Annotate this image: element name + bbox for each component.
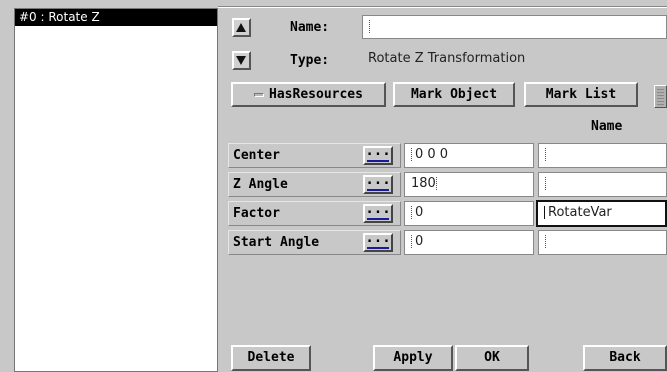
text-cursor-icon xyxy=(435,177,438,190)
text-cursor-icon xyxy=(545,235,547,248)
back-button[interactable]: Back xyxy=(583,345,667,371)
name-column-header: Name xyxy=(591,119,623,134)
has-resources-label: HasResources xyxy=(269,87,363,102)
name-label: Name: xyxy=(290,20,330,35)
apply-button[interactable]: Apply xyxy=(373,345,453,371)
object-list[interactable]: #0 : Rotate Z xyxy=(14,8,218,372)
z-angle-name-field[interactable] xyxy=(538,172,667,197)
text-cursor-icon xyxy=(545,177,547,190)
text-cursor-icon xyxy=(544,206,546,219)
move-up-button[interactable] xyxy=(232,18,251,37)
top-divider xyxy=(218,6,667,8)
factor-browse-button[interactable]: ... xyxy=(363,202,393,223)
up-arrow-icon xyxy=(236,23,246,32)
checkbox-icon xyxy=(254,92,265,97)
factor-value: 0 xyxy=(415,205,424,220)
type-label: Type: xyxy=(290,53,330,68)
text-cursor-icon xyxy=(545,148,547,161)
factor-value-field[interactable]: 0 xyxy=(404,201,534,226)
start-angle-value: 0 xyxy=(415,234,424,249)
text-cursor-icon xyxy=(411,206,413,219)
z-angle-value-field[interactable]: 180 xyxy=(404,172,534,197)
move-down-button[interactable] xyxy=(232,51,251,70)
start-angle-name-field[interactable] xyxy=(538,230,667,255)
delete-button[interactable]: Delete xyxy=(231,345,311,371)
text-cursor-icon xyxy=(411,235,413,248)
has-resources-toggle[interactable]: HasResources xyxy=(231,82,386,107)
mark-object-button[interactable]: Mark Object xyxy=(393,82,515,107)
z-angle-value: 180 xyxy=(411,176,436,191)
center-value: 0 0 0 xyxy=(415,147,449,162)
mark-list-button[interactable]: Mark List xyxy=(524,82,638,107)
center-name-field[interactable] xyxy=(538,143,667,168)
z-angle-browse-button[interactable]: ... xyxy=(363,173,393,194)
text-cursor-icon xyxy=(411,148,413,161)
down-arrow-icon xyxy=(236,56,246,65)
start-angle-value-field[interactable]: 0 xyxy=(404,230,534,255)
toolbar-overflow-handle[interactable] xyxy=(654,85,667,108)
type-value: Rotate Z Transformation xyxy=(362,48,667,72)
ok-button[interactable]: OK xyxy=(455,345,529,371)
list-item[interactable]: #0 : Rotate Z xyxy=(15,9,217,26)
name-input[interactable] xyxy=(362,15,667,39)
text-cursor-icon xyxy=(369,20,371,33)
center-value-field[interactable]: 0 0 0 xyxy=(404,143,534,168)
start-angle-browse-button[interactable]: ... xyxy=(363,231,393,252)
factor-name-field[interactable]: RotateVar xyxy=(536,200,667,227)
factor-name: RotateVar xyxy=(548,205,612,220)
parameter-table: Name Center ... 0 0 0 Z Angle ... 180 Fa… xyxy=(228,115,667,347)
center-browse-button[interactable]: ... xyxy=(363,144,393,165)
